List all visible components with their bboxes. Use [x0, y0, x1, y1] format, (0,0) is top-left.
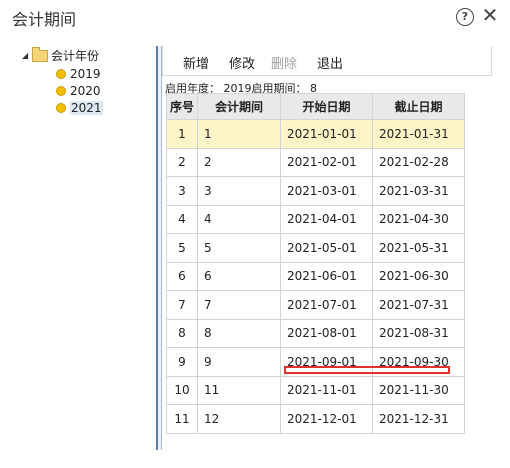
table-row[interactable]: 4 4 2021-04-01 2021-04-30 [166, 204, 465, 234]
tree-item-label: 2021 [70, 101, 103, 115]
year-node-icon [56, 85, 66, 96]
table-cell[interactable]: 11 [166, 404, 198, 434]
column-header[interactable]: 序号 [166, 93, 198, 120]
tree-root[interactable]: ◢ 会计年份 [22, 46, 100, 64]
table-cell[interactable]: 2021-04-30 [372, 204, 465, 234]
table-cell[interactable]: 12 [197, 404, 281, 434]
panel-splitter[interactable] [156, 46, 162, 450]
table-cell[interactable]: 1 [197, 119, 281, 149]
table-cell[interactable]: 2021-11-01 [280, 375, 373, 405]
table-cell[interactable]: 1 [166, 119, 198, 149]
table-cell[interactable]: 8 [166, 318, 198, 348]
tree-item-label: 2019 [70, 67, 101, 81]
table-cell[interactable]: 3 [197, 176, 281, 206]
column-header[interactable]: 截止日期 [372, 93, 465, 120]
table-cell[interactable]: 2 [197, 147, 281, 177]
table-cell[interactable]: 2021-03-31 [372, 176, 465, 206]
tree-root-label: 会计年份 [51, 49, 100, 63]
table-cell[interactable]: 8 [197, 318, 281, 348]
tree-item-2021[interactable]: 2021 [56, 100, 103, 116]
table-row[interactable]: 6 6 2021-06-01 2021-06-30 [166, 261, 465, 291]
table-cell[interactable]: 2021-03-01 [280, 176, 373, 206]
table-cell[interactable]: 7 [197, 290, 281, 320]
column-header[interactable]: 会计期间 [197, 93, 281, 120]
highlight-box [284, 366, 450, 374]
table-cell[interactable]: 2021-12-31 [372, 404, 465, 434]
tree-item-2020[interactable]: 2020 [56, 83, 101, 99]
help-icon[interactable]: ? [456, 8, 474, 26]
toolbar: 新增 修改 删除 退出 [162, 46, 492, 76]
table-cell[interactable]: 2021-11-30 [372, 375, 465, 405]
table-row[interactable]: 11 12 2021-12-01 2021-12-31 [166, 404, 465, 434]
table-row[interactable]: 3 3 2021-03-01 2021-03-31 [166, 176, 465, 206]
table-cell[interactable]: 2021-08-31 [372, 318, 465, 348]
table-cell[interactable]: 2021-01-31 [372, 119, 465, 149]
folder-icon [32, 46, 48, 62]
table-cell[interactable]: 4 [166, 204, 198, 234]
table-cell[interactable]: 2021-08-01 [280, 318, 373, 348]
delete-button[interactable]: 删除 [271, 53, 297, 72]
table-cell[interactable]: 9 [166, 347, 198, 377]
table-cell[interactable]: 6 [197, 261, 281, 291]
window-title: 会计期间 [12, 10, 77, 29]
table-cell[interactable]: 2021-05-31 [372, 233, 465, 263]
table-cell[interactable]: 11 [197, 375, 281, 405]
table-cell[interactable]: 2 [166, 147, 198, 177]
title-bar: 会计期间 ? ✕ [0, 0, 510, 34]
table-row[interactable]: 8 8 2021-08-01 2021-08-31 [166, 318, 465, 348]
add-button[interactable]: 新增 [183, 53, 209, 72]
table-cell[interactable]: 2021-02-28 [372, 147, 465, 177]
tree-item-2019[interactable]: 2019 [56, 66, 101, 82]
table-header-row: 序号 会计期间 开始日期 截止日期 [166, 93, 465, 120]
table-cell[interactable]: 5 [197, 233, 281, 263]
year-tree: ◢ 会计年份 2019 2020 2021 [20, 46, 156, 450]
year-node-icon [56, 68, 66, 79]
exit-button[interactable]: 退出 [317, 53, 343, 72]
close-icon[interactable]: ✕ [480, 4, 500, 26]
table-cell[interactable]: 5 [166, 233, 198, 263]
table-cell[interactable]: 2021-06-30 [372, 261, 465, 291]
table-cell[interactable]: 9 [197, 347, 281, 377]
edit-button[interactable]: 修改 [229, 53, 255, 72]
table-cell[interactable]: 2021-06-01 [280, 261, 373, 291]
table-cell[interactable]: 3 [166, 176, 198, 206]
table-cell[interactable]: 10 [166, 375, 198, 405]
table-cell[interactable]: 2021-12-01 [280, 404, 373, 434]
table-row[interactable]: 10 11 2021-11-01 2021-11-30 [166, 375, 465, 405]
table-cell[interactable]: 4 [197, 204, 281, 234]
table-cell[interactable]: 2021-01-01 [280, 119, 373, 149]
column-header[interactable]: 开始日期 [280, 93, 373, 120]
period-table: 序号 会计期间 开始日期 截止日期 1 1 2021-01-01 2021-01-31… [166, 93, 465, 434]
table-cell[interactable]: 6 [166, 261, 198, 291]
table-cell[interactable]: 7 [166, 290, 198, 320]
table-cell[interactable]: 2021-07-31 [372, 290, 465, 320]
table-cell[interactable]: 2021-04-01 [280, 204, 373, 234]
tree-item-label: 2020 [70, 84, 101, 98]
collapse-arrow-icon[interactable]: ◢ [22, 48, 32, 64]
table-cell[interactable]: 2021-02-01 [280, 147, 373, 177]
table-cell[interactable]: 2021-05-01 [280, 233, 373, 263]
table-row[interactable]: 7 7 2021-07-01 2021-07-31 [166, 290, 465, 320]
table-row[interactable]: 5 5 2021-05-01 2021-05-31 [166, 233, 465, 263]
year-node-icon [56, 102, 66, 113]
table-row[interactable]: 2 2 2021-02-01 2021-02-28 [166, 147, 465, 177]
table-cell[interactable]: 2021-07-01 [280, 290, 373, 320]
table-row[interactable]: 1 1 2021-01-01 2021-01-31 [166, 119, 465, 149]
